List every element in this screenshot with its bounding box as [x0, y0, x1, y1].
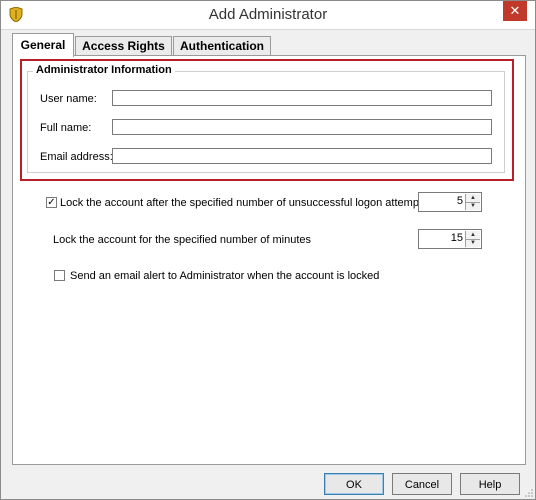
email-address-input[interactable] [112, 148, 492, 164]
lock-minutes-label: Lock the account for the specified numbe… [53, 234, 312, 246]
cancel-button[interactable]: Cancel [392, 473, 452, 495]
add-administrator-dialog: Add Administrator ✕ General Access Right… [0, 0, 536, 500]
user-name-input[interactable] [112, 90, 492, 106]
email-address-label: Email address: [40, 151, 113, 163]
lock-attempts-checkbox[interactable]: ✓ [46, 197, 57, 208]
dialog-footer [1, 465, 535, 499]
help-button[interactable]: Help [460, 473, 520, 495]
tab-general[interactable]: General [12, 33, 74, 57]
minutes-spinner[interactable]: 15 ▲ ▼ [418, 229, 482, 249]
tab-authentication[interactable]: Authentication [173, 36, 271, 56]
lock-attempts-label: Lock the account after the specified num… [60, 197, 428, 209]
attempts-spinner[interactable]: 5 ▲ ▼ [418, 192, 482, 212]
spin-down-icon[interactable]: ▼ [466, 239, 480, 247]
close-button[interactable]: ✕ [503, 1, 527, 21]
minutes-value[interactable]: 15 [423, 232, 463, 244]
window-title: Add Administrator [208, 6, 328, 23]
tab-access-rights[interactable]: Access Rights [75, 36, 172, 56]
attempts-value[interactable]: 5 [423, 195, 463, 207]
email-alert-label: Send an email alert to Administrator whe… [70, 270, 380, 282]
resize-grip-icon[interactable] [525, 489, 533, 497]
email-alert-checkbox[interactable] [54, 270, 65, 281]
full-name-label: Full name: [40, 122, 92, 134]
checkmark-icon: ✓ [47, 197, 56, 208]
title-bar: Add Administrator ✕ [1, 1, 535, 30]
spin-down-icon[interactable]: ▼ [466, 202, 480, 210]
minutes-spin-buttons: ▲ ▼ [465, 231, 480, 247]
full-name-input[interactable] [112, 119, 492, 135]
group-title: Administrator Information [33, 64, 175, 76]
user-name-label: User name: [40, 93, 97, 105]
attempts-spin-buttons: ▲ ▼ [465, 194, 480, 210]
ok-button[interactable]: OK [324, 473, 384, 495]
